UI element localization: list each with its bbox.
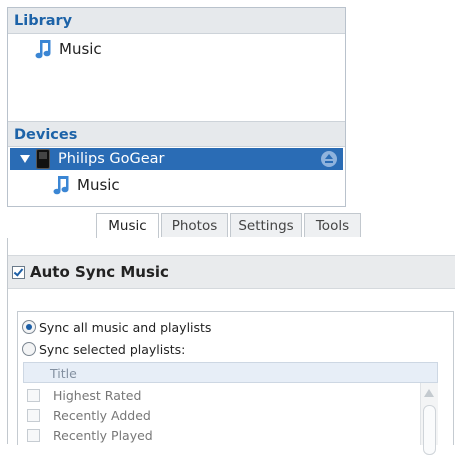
- tab-music[interactable]: Music: [96, 213, 159, 239]
- eject-icon[interactable]: [321, 151, 337, 167]
- row-checkbox[interactable]: [27, 388, 40, 402]
- radio-button-selected[interactable]: [22, 320, 36, 334]
- playlist-table: Title Highest Rated Recently Added Recen…: [23, 362, 438, 455]
- library-item-label: Music: [59, 40, 102, 58]
- expand-triangle-icon[interactable]: [20, 155, 30, 163]
- table-row[interactable]: Recently Added: [23, 405, 151, 425]
- row-title: Highest Rated: [53, 387, 142, 403]
- music-note-icon: [53, 176, 69, 195]
- library-item-music[interactable]: Music: [35, 38, 102, 60]
- radio-sync-selected-label: Sync selected playlists:: [39, 341, 186, 357]
- music-tab-content: Auto Sync Music Sync all music and playl…: [7, 238, 455, 455]
- row-title: Recently Added: [53, 407, 151, 423]
- vertical-scrollbar[interactable]: [420, 383, 438, 455]
- tab-settings[interactable]: Settings: [230, 213, 302, 237]
- table-row[interactable]: Highest Rated: [23, 385, 141, 405]
- scroll-up-arrow-icon[interactable]: [424, 389, 434, 397]
- device-item-label: Music: [77, 176, 120, 194]
- tab-tools[interactable]: Tools: [304, 213, 361, 237]
- devices-header: Devices: [8, 121, 345, 147]
- sync-options-panel: Sync all music and playlists Sync select…: [17, 311, 454, 455]
- tab-photos[interactable]: Photos: [161, 213, 228, 237]
- row-checkbox[interactable]: [27, 408, 40, 422]
- library-header: Library: [8, 8, 345, 34]
- navigation-panel: Library Music Devices Philips GoGear Mus…: [7, 7, 346, 207]
- player-device-icon: [36, 149, 50, 169]
- scrollbar-thumb[interactable]: [423, 405, 436, 455]
- device-name: Philips GoGear: [58, 151, 165, 167]
- device-row-philips-gogear[interactable]: Philips GoGear: [10, 148, 343, 170]
- auto-sync-bar: Auto Sync Music: [8, 255, 455, 289]
- device-settings-area: Music Photos Settings Tools Auto Sync Mu…: [7, 208, 455, 455]
- radio-sync-all[interactable]: Sync all music and playlists: [22, 318, 211, 336]
- row-checkbox[interactable]: [27, 428, 40, 442]
- column-header-title[interactable]: Title: [23, 362, 438, 383]
- radio-button[interactable]: [22, 342, 36, 356]
- tab-bar: Music Photos Settings Tools: [7, 208, 455, 239]
- row-title: Recently Played: [53, 427, 153, 443]
- device-item-music[interactable]: Music: [53, 174, 120, 196]
- radio-sync-all-label: Sync all music and playlists: [39, 319, 212, 335]
- auto-sync-checkbox[interactable]: [12, 265, 25, 279]
- auto-sync-label: Auto Sync Music: [30, 263, 169, 281]
- radio-sync-selected[interactable]: Sync selected playlists:: [22, 340, 185, 358]
- music-note-icon: [35, 40, 51, 59]
- table-row[interactable]: Recently Played: [23, 425, 153, 445]
